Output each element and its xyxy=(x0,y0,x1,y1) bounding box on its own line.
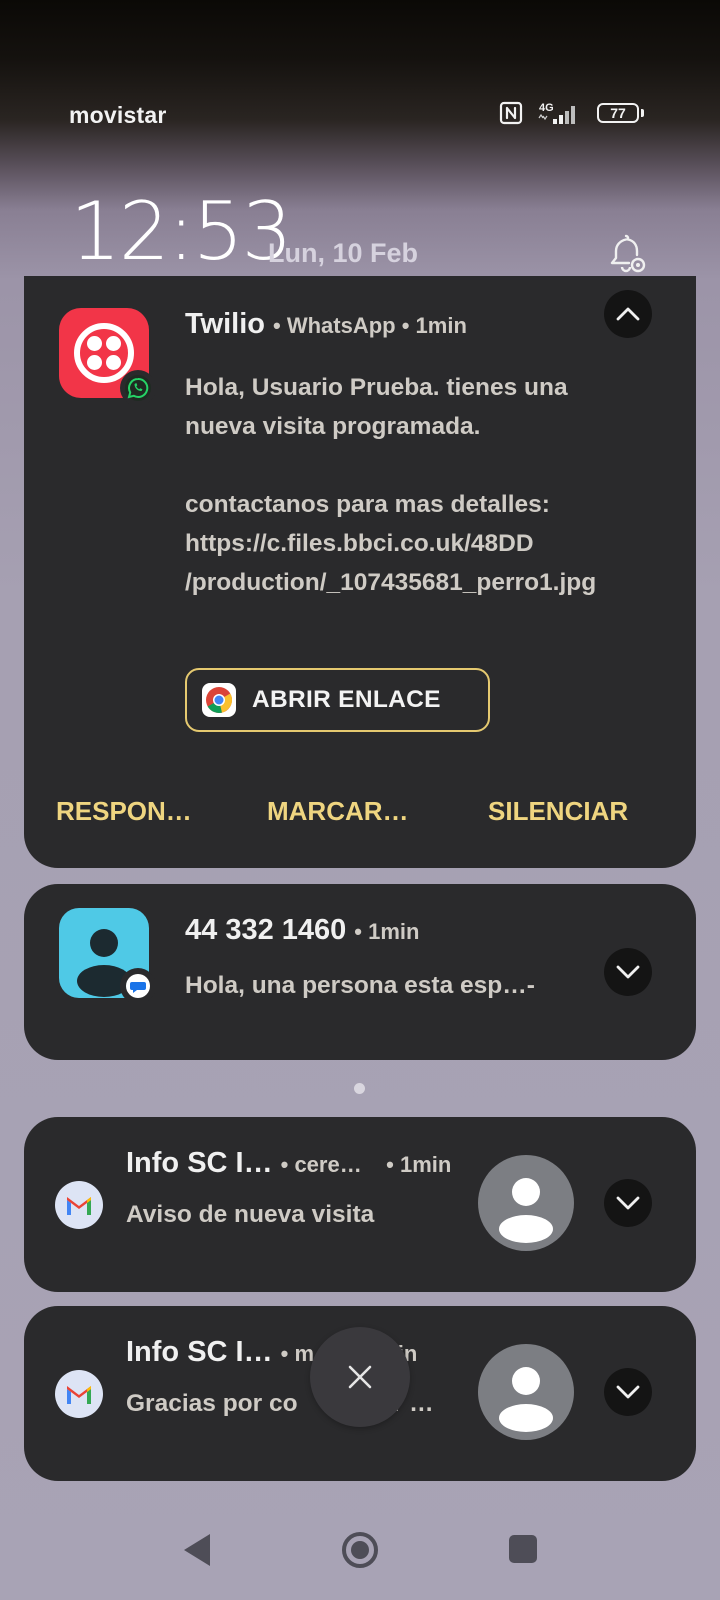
status-bar: movistar 4G 77 xyxy=(0,0,720,140)
open-link-button[interactable]: ABRIR ENLACE xyxy=(185,668,490,732)
collapse-button[interactable] xyxy=(604,290,652,338)
chevron-down-icon xyxy=(616,1196,640,1210)
person-icon xyxy=(499,1367,553,1432)
notification-body: Hola, una persona esta esp…- xyxy=(185,972,535,999)
clear-all-button[interactable] xyxy=(310,1327,410,1427)
notification-time: 1min xyxy=(368,919,420,944)
home-button[interactable] xyxy=(340,1530,380,1570)
notification-header: Info SC I… • cere… • 1min xyxy=(126,1147,452,1179)
messages-badge-icon xyxy=(120,968,156,1004)
notification-header: 44 332 1460 • 1min xyxy=(185,914,420,946)
mark-read-action[interactable]: MARCAR… xyxy=(267,796,409,827)
battery-icon: 77 xyxy=(597,103,644,123)
nfc-icon xyxy=(499,101,523,125)
person-icon xyxy=(499,1178,553,1243)
recents-icon xyxy=(509,1535,537,1563)
chrome-icon xyxy=(202,683,236,717)
expand-button[interactable] xyxy=(604,1368,652,1416)
expand-button[interactable] xyxy=(604,948,652,996)
notification-account: cere… xyxy=(294,1152,362,1177)
notification-title: Info SC I… xyxy=(126,1336,273,1368)
battery-level: 77 xyxy=(610,105,626,121)
chevron-down-icon xyxy=(616,1385,640,1399)
notification-body: Aviso de nueva visita xyxy=(126,1201,375,1228)
network-type: 4G xyxy=(539,102,554,114)
mute-action[interactable]: SILENCIAR xyxy=(488,796,628,827)
back-icon xyxy=(184,1534,210,1566)
notification-title: 44 332 1460 xyxy=(185,914,347,946)
notification-title: Info SC I… xyxy=(126,1147,273,1179)
sender-avatar xyxy=(478,1344,574,1440)
notification-time: 1min xyxy=(415,313,467,338)
signal-icon: 4G xyxy=(538,102,575,124)
page-indicator-dot xyxy=(354,1083,365,1094)
whatsapp-badge-icon xyxy=(120,370,156,406)
carrier-name: movistar xyxy=(69,102,167,128)
expand-button[interactable] xyxy=(604,1179,652,1227)
notification-time: 1min xyxy=(399,1152,452,1177)
gmail-icon xyxy=(55,1181,103,1229)
lock-clock: 12:53 xyxy=(70,185,293,278)
notification-twilio[interactable]: Twilio • WhatsApp • 1min Hola, Usuario P… xyxy=(24,276,696,868)
notification-header: Twilio • WhatsApp • 1min xyxy=(185,308,467,340)
chevron-up-icon xyxy=(616,307,640,321)
open-link-label: ABRIR ENLACE xyxy=(252,686,441,713)
notification-settings-icon[interactable] xyxy=(604,232,650,276)
back-button[interactable] xyxy=(180,1530,214,1570)
status-icons: 4G 77 xyxy=(499,100,644,126)
notification-gmail-1[interactable]: Info SC I… • cere… • 1min Aviso de nueva… xyxy=(24,1117,696,1292)
chevron-down-icon xyxy=(616,965,640,979)
notification-title: Twilio xyxy=(185,308,266,340)
notification-app: WhatsApp xyxy=(286,313,396,338)
sender-avatar xyxy=(478,1155,574,1251)
close-icon xyxy=(348,1365,372,1389)
notification-sms[interactable]: 44 332 1460 • 1min Hola, una persona est… xyxy=(24,884,696,1060)
lock-date: Lun, 10 Feb xyxy=(268,238,419,268)
recents-button[interactable] xyxy=(508,1534,538,1564)
reply-action[interactable]: RESPON… xyxy=(56,796,192,827)
gmail-icon xyxy=(55,1370,103,1418)
notification-body: Hola, Usuario Prueba. tienes una nueva v… xyxy=(185,374,597,596)
